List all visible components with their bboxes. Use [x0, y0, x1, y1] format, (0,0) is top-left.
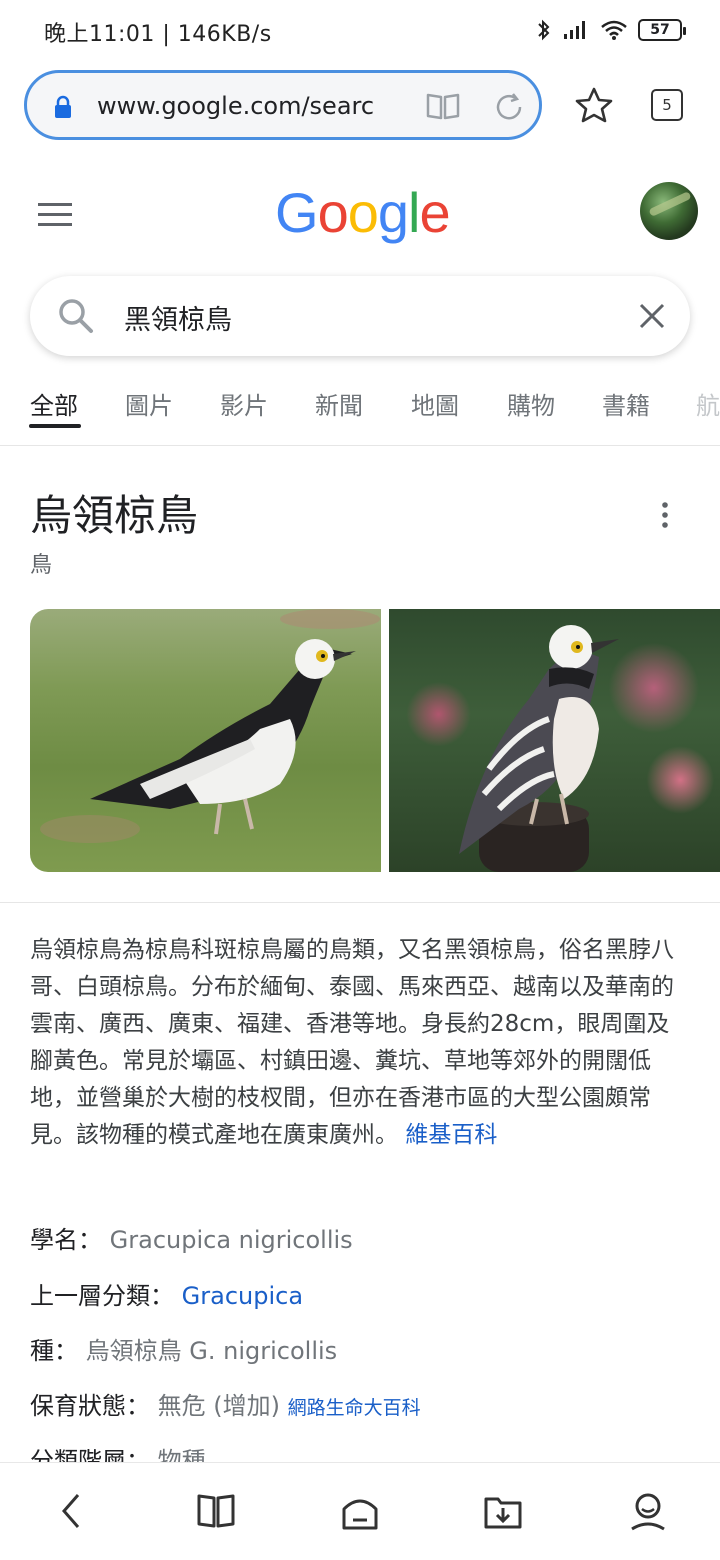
entity-type: 鳥 [30, 553, 53, 578]
google-logo[interactable]: Google [275, 180, 451, 245]
bottom-nav [0, 1462, 720, 1560]
home-icon[interactable] [339, 1491, 381, 1533]
fact-conservation: 保育狀態： 無危 (增加) 網路生命大百科 [30, 1386, 421, 1421]
status-time-speed: 晚上11:01 | 146KB/s [44, 22, 272, 47]
bookmarks-icon[interactable] [196, 1491, 236, 1531]
fact-value: 無危 (增加) [157, 1392, 280, 1420]
fact-parent-taxon: 上一層分類： Gracupica [30, 1276, 303, 1311]
tab-images[interactable]: 圖片 [125, 386, 173, 421]
fact-value: 烏領椋鳥 G. nigricollis [85, 1337, 338, 1365]
search-input[interactable]: 黑領椋鳥 [124, 298, 232, 337]
fact-label: 學名： [30, 1226, 102, 1254]
signal-icon [564, 21, 585, 39]
close-icon[interactable] [636, 300, 668, 332]
fact-value: Gracupica nigricollis [109, 1226, 353, 1254]
url-text[interactable]: www.google.com/searc [97, 92, 397, 120]
lock-icon [55, 95, 71, 118]
avatar[interactable] [640, 182, 698, 240]
fact-scientific-name: 學名： Gracupica nigricollis [30, 1220, 353, 1255]
tab-videos[interactable]: 影片 [220, 386, 268, 421]
tab-all[interactable]: 全部 [30, 386, 78, 421]
bird-image-2[interactable] [389, 609, 720, 872]
tab-flights[interactable]: 航 [696, 386, 720, 421]
status-icons: 57 [536, 18, 686, 42]
fact-label: 上一層分類： [30, 1282, 174, 1310]
page-title: 烏領椋鳥 [30, 491, 199, 540]
bluetooth-icon [538, 19, 550, 41]
address-bar[interactable]: www.google.com/searc [24, 70, 542, 140]
tab-news[interactable]: 新聞 [315, 386, 363, 421]
search-icon[interactable] [56, 296, 96, 336]
tab-active-indicator [29, 424, 81, 428]
section-divider [0, 902, 720, 903]
parent-taxon-link[interactable]: Gracupica [182, 1282, 303, 1310]
wifi-icon [601, 20, 627, 40]
back-icon[interactable] [56, 1491, 86, 1531]
tab-shopping[interactable]: 購物 [507, 386, 555, 421]
more-vert-icon[interactable] [656, 500, 674, 530]
tab-books[interactable]: 書籍 [602, 386, 650, 421]
downloads-icon[interactable] [482, 1491, 524, 1531]
description-text: 烏領椋鳥為椋鳥科斑椋鳥屬的鳥類，又名黑領椋鳥，俗名黑脖八哥、白頭椋鳥。分布於緬甸… [30, 937, 674, 1148]
fact-species: 種： 烏領椋鳥 G. nigricollis [30, 1331, 337, 1366]
fact-label: 保育狀態： [30, 1392, 150, 1420]
description: 烏領椋鳥為椋鳥科斑椋鳥屬的鳥類，又名黑領椋鳥，俗名黑脖八哥、白頭椋鳥。分布於緬甸… [30, 932, 680, 1154]
reader-icon[interactable] [425, 91, 461, 121]
reload-icon[interactable] [493, 91, 525, 123]
status-bar: 晚上11:01 | 146KB/s 57 [0, 0, 720, 62]
battery-indicator: 57 [638, 19, 686, 41]
wikipedia-link[interactable]: 維基百科 [405, 1122, 497, 1148]
menu-icon[interactable] [38, 202, 74, 228]
profile-icon[interactable] [628, 1491, 668, 1533]
search-box[interactable]: 黑領椋鳥 [30, 276, 690, 356]
conservation-source-link[interactable]: 網路生命大百科 [288, 1397, 421, 1419]
search-tabs: 全部 圖片 影片 新聞 地圖 購物 書籍 航 [0, 380, 720, 446]
fact-label: 種： [30, 1337, 78, 1365]
tab-switcher-button[interactable]: 5 [651, 89, 683, 121]
bird-image-1[interactable] [30, 609, 381, 872]
tab-maps[interactable]: 地圖 [411, 386, 459, 421]
star-icon[interactable] [574, 86, 614, 124]
